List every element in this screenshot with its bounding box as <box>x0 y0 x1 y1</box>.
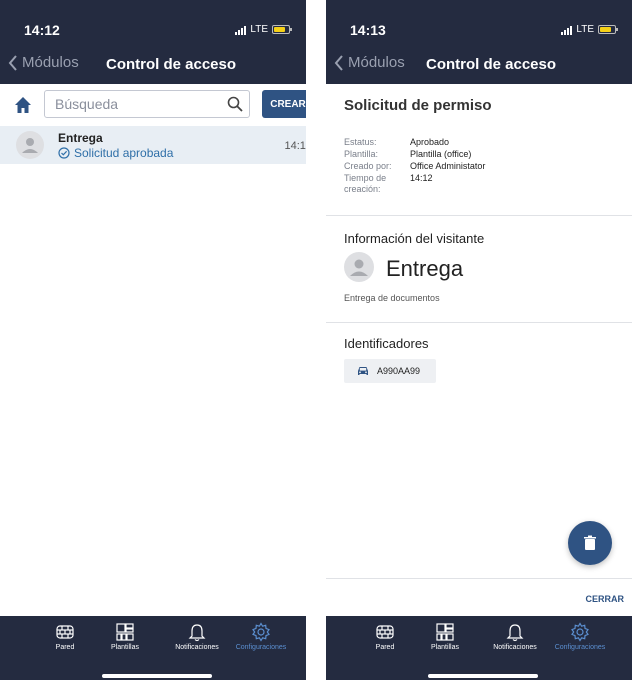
field-value: Office Administator <box>410 161 486 171</box>
field-label: Estatus: <box>344 137 377 147</box>
network-label: LTE <box>250 24 268 35</box>
tab-label: Notificaciones <box>493 644 537 651</box>
tab-label: Notificaciones <box>175 644 219 651</box>
tab-label: Plantillas <box>430 644 459 651</box>
gear-icon <box>252 622 270 642</box>
tab-configuraciones[interactable]: Configuraciones <box>545 622 615 651</box>
divider <box>326 322 632 323</box>
create-button[interactable]: CREAR <box>262 90 306 118</box>
battery-icon <box>598 25 618 34</box>
templates-icon <box>116 623 134 641</box>
wall-icon <box>376 625 394 639</box>
visitor-name: Entrega <box>386 256 464 281</box>
wall-icon <box>56 625 74 639</box>
divider <box>326 215 632 216</box>
field-label: Creado por: <box>344 161 392 171</box>
close-button[interactable]: CERRAR <box>585 594 624 604</box>
tab-label: Plantillas <box>110 644 139 651</box>
screen-list: 14:12 LTE Módulos Control de acceso CREA… <box>0 0 306 680</box>
avatar <box>344 252 374 282</box>
identifier-value: A990AA99 <box>377 366 421 376</box>
page-title: Control de acceso <box>426 56 557 73</box>
chevron-left-icon <box>8 54 17 71</box>
back-label: Módulos <box>22 54 79 71</box>
field-value: 14:12 <box>410 173 433 183</box>
status-indicators: LTE <box>235 24 292 35</box>
field-value: Plantilla (office) <box>410 149 472 159</box>
search-icon[interactable] <box>227 96 243 112</box>
permission-title: Solicitud de permiso <box>344 97 492 114</box>
avatar <box>16 131 44 159</box>
back-button[interactable]: Módulos <box>334 54 405 71</box>
field-label: Tiempo de creación: <box>344 173 387 194</box>
screen-detail: 14:13 LTE Módulos Control de acceso Soli… <box>326 0 632 680</box>
tab-plantillas[interactable]: Plantillas <box>90 622 160 651</box>
permission-details: Estatus: Aprobado Plantilla: Plantilla (… <box>344 137 540 195</box>
signal-icon <box>235 25 247 35</box>
search-box <box>44 90 250 118</box>
network-label: LTE <box>576 24 594 35</box>
top-bar: 14:13 LTE Módulos Control de acceso <box>326 0 632 84</box>
divider <box>326 578 632 579</box>
person-icon <box>350 259 368 276</box>
delete-button[interactable] <box>568 521 612 565</box>
tab-bar: Pared Plantillas Notificaciones Configur… <box>326 616 632 680</box>
back-button[interactable]: Módulos <box>8 54 79 71</box>
page-title: Control de acceso <box>106 56 237 73</box>
identifiers-heading: Identificadores <box>344 336 429 351</box>
bell-icon <box>188 624 206 642</box>
list-item[interactable]: Entrega Solicitud aprobada 14:12 <box>0 126 306 164</box>
item-name: Entrega <box>58 131 103 145</box>
person-icon <box>22 138 38 153</box>
field-label: Plantilla: <box>344 149 379 159</box>
field-value: Aprobado <box>410 137 450 147</box>
search-row: CREAR <box>0 90 306 120</box>
car-icon <box>358 367 368 375</box>
top-bar: 14:12 LTE Módulos Control de acceso <box>0 0 306 84</box>
visitor-heading: Información del visitante <box>344 231 485 246</box>
home-icon[interactable] <box>14 96 32 114</box>
home-indicator <box>102 674 212 678</box>
bell-icon <box>506 624 524 642</box>
tab-notificaciones[interactable]: Notificaciones <box>480 622 550 651</box>
status-time: 14:12 <box>24 22 60 38</box>
tab-configuraciones[interactable]: Configuraciones <box>226 622 296 651</box>
back-label: Módulos <box>348 54 405 71</box>
gear-icon <box>571 622 589 642</box>
search-input[interactable] <box>55 91 225 117</box>
home-indicator <box>428 674 538 678</box>
tab-notificaciones[interactable]: Notificaciones <box>162 622 232 651</box>
status-time: 14:13 <box>350 22 386 38</box>
visitor-description: Entrega de documentos <box>344 293 440 303</box>
tab-label: Configuraciones <box>554 644 606 651</box>
battery-icon <box>272 25 292 34</box>
item-status: Solicitud aprobada <box>58 146 173 160</box>
item-status-text: Solicitud aprobada <box>74 146 174 160</box>
tab-label: Pared <box>375 644 395 651</box>
templates-icon <box>436 623 454 641</box>
tab-label: Configuraciones <box>235 644 287 651</box>
item-time: 14:12 <box>284 140 306 152</box>
status-indicators: LTE <box>561 24 618 35</box>
identifier-chip: A990AA99 <box>344 359 436 383</box>
tab-plantillas[interactable]: Plantillas <box>410 622 480 651</box>
trash-icon <box>584 535 596 550</box>
tab-bar: Pared Plantillas Notificaciones Configur… <box>0 616 306 680</box>
chevron-left-icon <box>334 54 343 71</box>
check-circle-icon <box>58 147 70 159</box>
tab-label: Pared <box>55 644 75 651</box>
signal-icon <box>561 25 573 35</box>
